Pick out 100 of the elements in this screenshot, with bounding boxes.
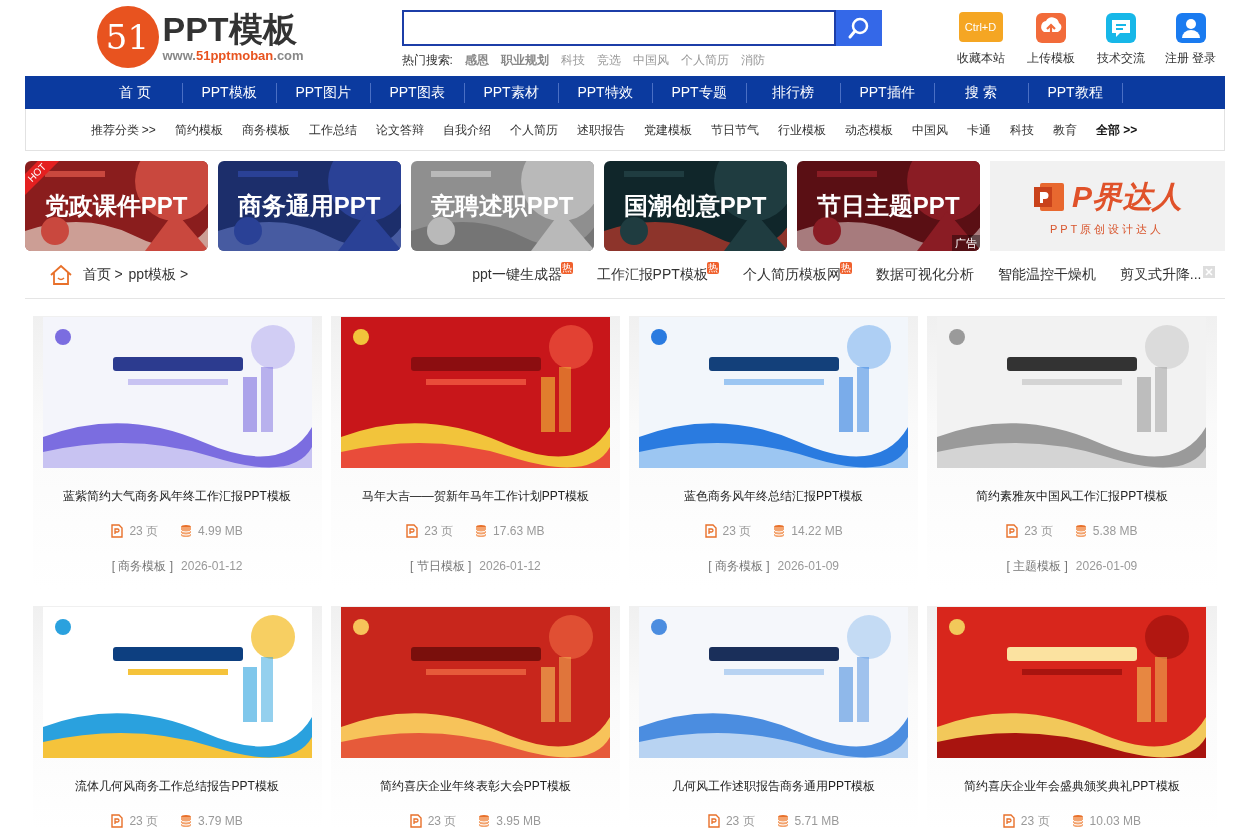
category-link[interactable]: 商务模板: [241, 120, 290, 139]
breadcrumb-link[interactable]: 首页 >: [82, 264, 123, 285]
template-title-link[interactable]: 简约喜庆企业年会盛典颁奖典礼PPT模板: [964, 777, 1180, 795]
category-link[interactable]: 动态模板: [844, 120, 893, 139]
ad-label: 广告: [951, 234, 980, 251]
document-icon: [707, 814, 720, 828]
promo-link[interactable]: 智能温控干燥机: [997, 264, 1096, 285]
category-link[interactable]: 党建模板: [643, 120, 692, 139]
document-icon: [409, 814, 422, 828]
file-size: 17.63 MB: [493, 523, 545, 540]
page-count: 23 页: [129, 523, 159, 540]
category-link[interactable]: 自我介绍: [442, 120, 491, 139]
ad-logo-text: P界达人: [1072, 179, 1183, 216]
search-term-link[interactable]: 职业规划: [500, 51, 549, 69]
page-count: 23 页: [725, 813, 755, 830]
database-icon: [1071, 814, 1084, 828]
quick-link[interactable]: 技术交流: [1094, 10, 1147, 67]
category-link[interactable]: 节日节气: [710, 120, 759, 139]
template-title-link[interactable]: 蓝紫简约大气商务风年终工作汇报PPT模板: [63, 487, 291, 505]
banner-tile[interactable]: 国潮创意PPT: [603, 161, 787, 251]
home-icon[interactable]: [48, 263, 73, 286]
category-tag-link[interactable]: [ 商务模板 ]: [111, 557, 174, 575]
category-tag-link[interactable]: [ 主题模板 ]: [1006, 557, 1068, 575]
category-link[interactable]: 教育: [1052, 120, 1077, 139]
promo-link[interactable]: 个人简历模板网: [742, 264, 841, 285]
file-size: 14.22 MB: [791, 523, 843, 540]
database-icon: [180, 524, 193, 538]
template-title-link[interactable]: 马年大吉——贺新年马年工作计划PPT模板: [361, 487, 590, 505]
database-icon: [180, 814, 193, 828]
search-term-link[interactable]: 感恩: [464, 51, 489, 69]
search-field[interactable]: [401, 10, 836, 46]
page-count: 23 页: [722, 523, 752, 540]
quick-link[interactable]: 上传模板: [1024, 10, 1077, 67]
upload-date: 2026-01-09: [777, 558, 839, 575]
page-count: 23 页: [129, 813, 159, 830]
nav-link[interactable]: PPT教程: [1028, 82, 1122, 103]
file-size: 3.95 MB: [496, 813, 542, 830]
nav-link[interactable]: PPT模板: [182, 82, 276, 103]
hot-search-label: 热门搜索:: [401, 52, 453, 69]
promo-link[interactable]: 数据可视化分析: [875, 264, 974, 285]
nav-link[interactable]: 首 页: [88, 82, 182, 103]
promo-link[interactable]: 工作汇报PPT模板: [596, 264, 708, 285]
category-link[interactable]: 简约模板: [174, 120, 223, 139]
hot-tag: 热: [560, 262, 573, 274]
database-icon: [475, 524, 488, 538]
document-icon: [1002, 814, 1015, 828]
presentation-icon: [1032, 180, 1067, 213]
category-link[interactable]: 卡通: [966, 120, 991, 139]
hot-tag: 热: [706, 262, 719, 274]
promo-link[interactable]: ppt一键生成器: [472, 264, 562, 285]
category-link[interactable]: 行业模板: [777, 120, 826, 139]
category-tag-link[interactable]: [ 商务模板 ]: [708, 557, 770, 575]
category-link[interactable]: 论文答辩: [375, 120, 424, 139]
category-tag-link[interactable]: [ 节日模板 ]: [410, 557, 472, 575]
ad-banner[interactable]: P界达人 PPT原创设计达人: [989, 161, 1225, 251]
page-count: 23 页: [424, 523, 454, 540]
document-icon: [406, 524, 419, 538]
category-link[interactable]: 述职报告: [576, 120, 625, 139]
banner-tile[interactable]: 商务通用PPT: [217, 161, 401, 251]
nav-link[interactable]: 排行榜: [746, 82, 840, 103]
page-count: 23 页: [1020, 813, 1050, 830]
template-title-link[interactable]: 简约喜庆企业年终表彰大会PPT模板: [379, 777, 572, 795]
file-size: 10.03 MB: [1089, 813, 1141, 830]
database-icon: [478, 814, 491, 828]
ad-slogan: PPT原创设计达人: [1049, 222, 1165, 238]
search-button[interactable]: [835, 10, 882, 46]
nav-link[interactable]: PPT专题: [652, 82, 746, 103]
template-title-link[interactable]: 简约素雅灰中国风工作汇报PPT模板: [976, 487, 1168, 505]
template-title-link[interactable]: 流体几何风商务工作总结报告PPT模板: [75, 777, 279, 795]
quick-link[interactable]: 注册 登录: [1164, 10, 1217, 67]
promo-link[interactable]: 剪叉式升降...: [1119, 264, 1202, 285]
breadcrumb-link[interactable]: ppt模板 >: [128, 264, 189, 285]
hot-tag: 热: [839, 262, 852, 274]
template-title-link[interactable]: 蓝色商务风年终总结汇报PPT模板: [683, 487, 864, 505]
upload-date: 2026-01-12: [181, 558, 243, 575]
site-url: www.51pptmoban.com: [162, 48, 304, 64]
category-link[interactable]: 工作总结: [308, 120, 357, 139]
quick-link[interactable]: Ctrl+D 收藏本站: [954, 10, 1007, 67]
all-categories-link[interactable]: 全部 >>: [1095, 120, 1138, 139]
template-title-link[interactable]: 几何风工作述职报告商务通用PPT模板: [671, 777, 876, 795]
nav-link[interactable]: PPT素材: [464, 82, 558, 103]
file-size: 5.38 MB: [1092, 523, 1138, 540]
category-link[interactable]: 中国风: [911, 120, 948, 139]
nav-link[interactable]: PPT特效: [558, 82, 652, 103]
file-size: 3.79 MB: [198, 813, 243, 830]
upload-date: 2026-01-12: [479, 558, 541, 575]
page-count: 23 页: [1024, 523, 1053, 540]
document-icon: [1006, 524, 1019, 538]
database-icon: [1074, 524, 1087, 538]
document-icon: [111, 524, 124, 538]
nav-link[interactable]: 搜 索: [934, 82, 1028, 103]
document-icon: [111, 814, 124, 828]
banner-tile[interactable]: 节日主题PPT 广告: [796, 161, 980, 251]
logo-mark[interactable]: 51: [96, 6, 159, 68]
category-link[interactable]: 个人简历: [509, 120, 558, 139]
nav-link[interactable]: PPT插件: [840, 82, 934, 103]
nav-link[interactable]: PPT图表: [370, 82, 464, 103]
category-label: 推荐分类 >>: [90, 121, 156, 139]
category-link[interactable]: 科技: [1009, 120, 1034, 139]
nav-link[interactable]: PPT图片: [276, 82, 370, 103]
